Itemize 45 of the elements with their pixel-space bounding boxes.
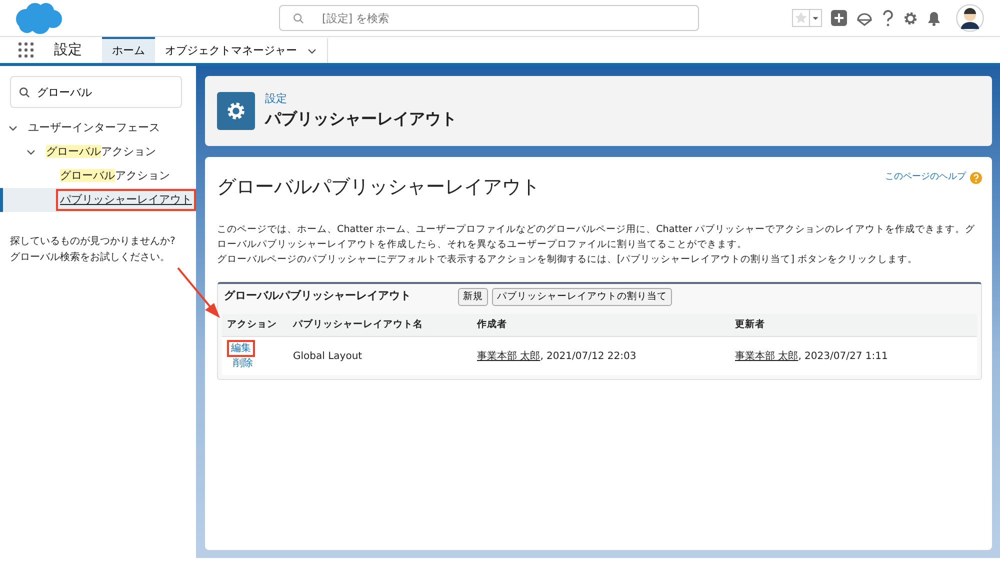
tree-item[interactable]: グローバルアクション (56, 164, 174, 188)
tree-item[interactable]: ユーザーインターフェース (24, 116, 164, 140)
column-header: アクション (222, 314, 288, 337)
settings-icon[interactable] (903, 10, 918, 26)
tree-item[interactable]: グローバルアクション (42, 140, 160, 164)
search-field[interactable]: [設定] を検索 (279, 5, 699, 31)
avatar[interactable] (956, 4, 984, 32)
page-title: パブリッシャーレイアウト (265, 108, 457, 130)
app-name: 設定 (54, 40, 82, 60)
description-text: このページでは、ホーム、Chatter ホーム、ユーザープロファイルなどのグローバルページ用に、Chatter パブリッシャーでアクションのレイアウトを作成できます。グローバルパブリッシャーレイアウトを作成したら、それを異なるユーザープロファイルに割り当てることができます。 (217, 222, 976, 252)
action-link[interactable]: 削除 (229, 355, 257, 372)
search-field[interactable]: グローバル (10, 76, 182, 108)
caret-icon (809, 10, 821, 26)
settings-icon (217, 92, 255, 130)
help-text: グローバル検索をお試しください。 (10, 250, 171, 264)
cloud-logo[interactable] (13, 1, 63, 35)
app-launcher-icon[interactable] (18, 42, 34, 58)
help-text: 探しているものが見つかりませんか? (10, 235, 176, 249)
help-icon[interactable] (882, 10, 894, 26)
add-icon[interactable] (831, 10, 847, 26)
section-title: グローバルパブリッシャーレイアウト (217, 175, 540, 200)
chevron-icon[interactable] (26, 147, 36, 157)
user-link[interactable]: 事業本部 太郎 (477, 350, 540, 362)
nav-tab[interactable]: ホーム (102, 37, 155, 63)
star-icon (793, 10, 809, 26)
chevron-icon[interactable] (8, 123, 18, 133)
action-button[interactable]: 新規 (458, 288, 488, 306)
breadcrumb-link[interactable]: 設定 (265, 90, 457, 108)
date-text: , 2023/07/27 1:11 (798, 350, 888, 362)
cloud-icon[interactable] (856, 10, 873, 26)
description-text: グローバルページのパブリッシャーにデフォルトで表示するアクションを制御するには、[パブリッシャーレイアウトの割り当て] ボタンをクリックします。 (217, 253, 919, 268)
action-button[interactable]: パブリッシャーレイアウトの割り当て (492, 288, 672, 306)
annotation-arrow (176, 266, 222, 320)
section-heading: グローバルパブリッシャーレイアウト (223, 288, 412, 304)
action-link[interactable]: 編集 (227, 340, 255, 358)
notification-icon[interactable] (927, 10, 941, 26)
column-header: 更新者 (730, 314, 977, 337)
user-link[interactable]: 事業本部 太郎 (735, 350, 798, 362)
tree-item[interactable]: パブリッシャーレイアウト (56, 188, 196, 212)
column-header: パブリッシャーレイアウト名 (288, 314, 472, 337)
help-link[interactable]: このページのヘルプ (885, 171, 966, 184)
column-header: 作成者 (472, 314, 730, 337)
nav-tab[interactable]: オブジェクトマネージャー (155, 37, 328, 63)
date-text: , 2021/07/12 22:03 (540, 350, 636, 362)
table-cell: Global Layout (288, 336, 472, 376)
